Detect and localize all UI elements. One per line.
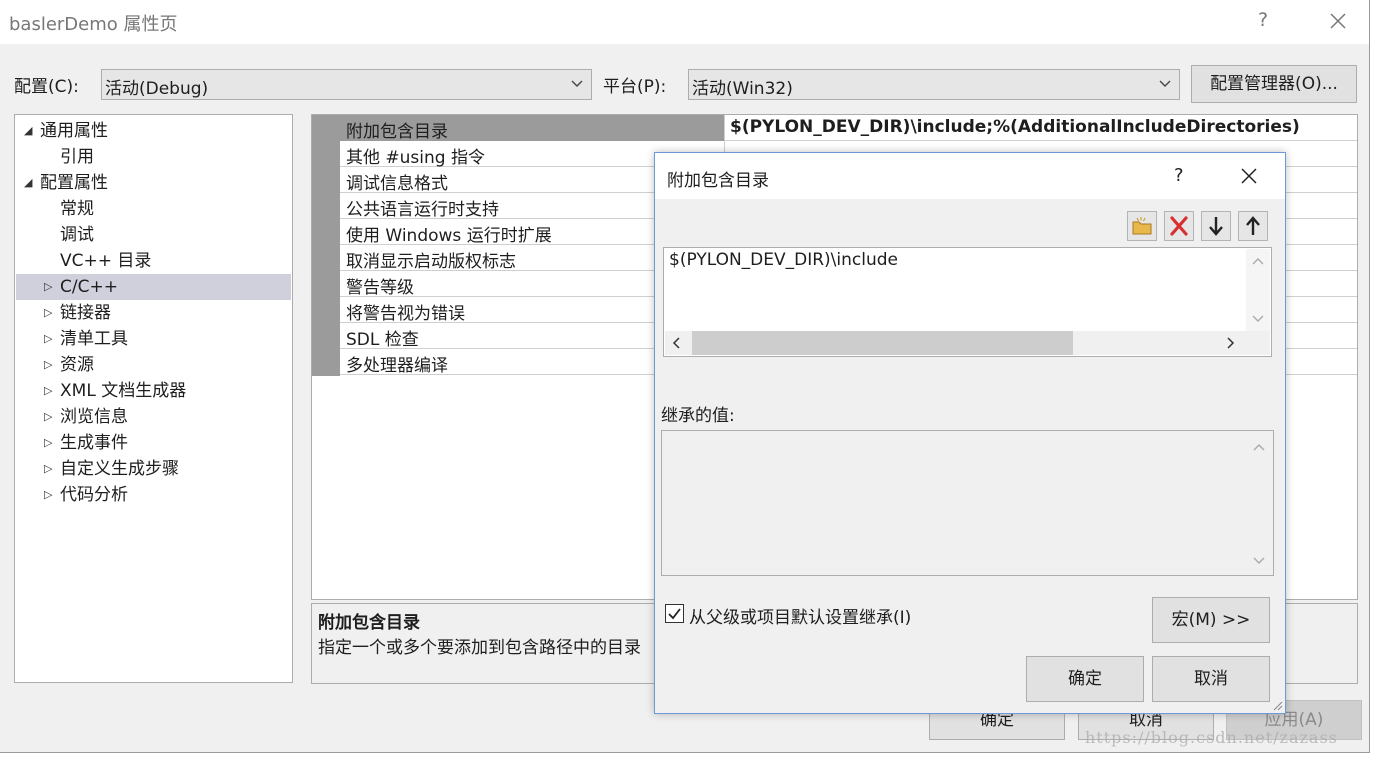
- checkmark-icon: [668, 608, 681, 620]
- collapsed-triangle-icon[interactable]: ▷: [44, 378, 52, 404]
- tree-item-browse-info[interactable]: ▷ 浏览信息: [16, 404, 291, 430]
- tree-item-build-events[interactable]: ▷ 生成事件: [16, 430, 291, 456]
- move-down-icon[interactable]: [1201, 211, 1231, 241]
- collapsed-triangle-icon[interactable]: ▷: [44, 274, 52, 300]
- property-name: 公共语言运行时支持: [346, 200, 499, 220]
- inherit-checkbox[interactable]: [665, 604, 684, 623]
- property-name: SDL 检查: [346, 330, 419, 350]
- tree-item-config-properties[interactable]: ◢ 配置属性: [16, 170, 291, 196]
- description-text: 指定一个或多个要添加到包含路径中的目录: [318, 638, 641, 658]
- tree-item-resources[interactable]: ▷ 资源: [16, 352, 291, 378]
- include-directories-dialog: 附加包含目录 ? $(PYLON_DEV_DIR)\include 继承的值: …: [654, 152, 1286, 714]
- close-icon[interactable]: [1239, 166, 1259, 186]
- inherit-checkbox-label[interactable]: 从父级或项目默认设置继承(I): [689, 603, 911, 628]
- collapsed-triangle-icon[interactable]: ▷: [44, 430, 52, 456]
- resize-grip-icon[interactable]: [1271, 699, 1283, 711]
- collapsed-triangle-icon[interactable]: ▷: [44, 300, 52, 326]
- config-label: 配置(C):: [14, 77, 79, 97]
- title-bar: baslerDemo 属性页 ?: [0, 0, 1369, 44]
- property-name: 使用 Windows 运行时扩展: [346, 226, 552, 246]
- grid-gutter: [312, 115, 340, 376]
- inherited-values-label: 继承的值:: [661, 406, 735, 426]
- horizontal-scrollbar[interactable]: [665, 331, 1270, 355]
- scrollbar-thumb[interactable]: [692, 331, 1073, 355]
- config-select-value: 活动(Debug): [105, 79, 209, 99]
- inherited-values-box: [661, 430, 1274, 576]
- expanded-triangle-icon[interactable]: ◢: [24, 170, 32, 196]
- chevron-up-icon: [1252, 258, 1264, 265]
- dialog-title: 附加包含目录: [667, 171, 769, 191]
- chevron-down-icon: [1253, 557, 1265, 564]
- dialog-cancel-button[interactable]: 取消: [1152, 656, 1270, 702]
- new-line-folder-icon[interactable]: [1127, 211, 1157, 241]
- chevron-up-icon: [1253, 444, 1265, 451]
- entries-list[interactable]: $(PYLON_DEV_DIR)\include: [663, 247, 1272, 357]
- collapsed-triangle-icon[interactable]: ▷: [44, 326, 52, 352]
- description-title: 附加包含目录: [318, 613, 420, 633]
- collapsed-triangle-icon[interactable]: ▷: [44, 456, 52, 482]
- watermark-text: https://blog.csdn.net/zazass: [1085, 728, 1338, 747]
- chevron-down-icon: [571, 80, 583, 87]
- tree-item-code-analysis[interactable]: ▷ 代码分析: [16, 482, 291, 508]
- collapsed-triangle-icon[interactable]: ▷: [44, 482, 52, 508]
- tree-item-debugging[interactable]: 调试: [16, 222, 291, 248]
- chevron-left-icon: [672, 337, 680, 349]
- property-name: 调试信息格式: [346, 174, 448, 194]
- macros-button[interactable]: 宏(M) >>: [1152, 597, 1270, 643]
- tree-item-custom-build-step[interactable]: ▷ 自定义生成步骤: [16, 456, 291, 482]
- close-icon[interactable]: [1326, 9, 1350, 33]
- tree-item-references[interactable]: 引用: [16, 144, 291, 170]
- tree-item-manifest-tool[interactable]: ▷ 清单工具: [16, 326, 291, 352]
- move-up-icon[interactable]: [1238, 211, 1268, 241]
- tree-item-xml-doc-generator[interactable]: ▷ XML 文档生成器: [16, 378, 291, 404]
- window-title: baslerDemo 属性页: [9, 14, 178, 35]
- config-select[interactable]: 活动(Debug): [101, 69, 592, 100]
- property-name: 附加包含目录: [346, 122, 448, 142]
- property-name: 取消显示启动版权标志: [346, 252, 516, 272]
- tree-item-general[interactable]: 常规: [16, 196, 291, 222]
- config-manager-button[interactable]: 配置管理器(O)...: [1191, 65, 1357, 103]
- delete-line-icon[interactable]: [1164, 211, 1194, 241]
- help-button[interactable]: ?: [1258, 9, 1268, 31]
- chevron-right-icon: [1227, 337, 1235, 349]
- property-name: 多处理器编译: [346, 356, 448, 376]
- platform-select[interactable]: 活动(Win32): [688, 69, 1180, 100]
- vertical-scrollbar[interactable]: [1246, 249, 1270, 331]
- entry-line[interactable]: $(PYLON_DEV_DIR)\include: [669, 250, 898, 270]
- property-name: 其他 #using 指令: [346, 148, 485, 168]
- tree-item-linker[interactable]: ▷ 链接器: [16, 300, 291, 326]
- property-name: 警告等级: [346, 278, 414, 298]
- property-name: 将警告视为错误: [346, 304, 465, 324]
- collapsed-triangle-icon[interactable]: ▷: [44, 352, 52, 378]
- platform-label: 平台(P):: [603, 77, 667, 97]
- property-value[interactable]: $(PYLON_DEV_DIR)\include;%(AdditionalInc…: [730, 117, 1300, 137]
- expanded-triangle-icon[interactable]: ◢: [24, 118, 32, 144]
- category-tree: ◢ 通用属性 引用 ◢ 配置属性 常规 调试 VC++ 目录 ▷ C/C++ ▷…: [14, 114, 293, 683]
- dialog-title-bar: 附加包含目录 ?: [655, 153, 1285, 199]
- chevron-down-icon: [1159, 80, 1171, 87]
- dialog-help-button[interactable]: ?: [1174, 165, 1184, 186]
- tree-item-common-properties[interactable]: ◢ 通用属性: [16, 118, 291, 144]
- dialog-ok-button[interactable]: 确定: [1026, 656, 1144, 702]
- tree-item-vc-directories[interactable]: VC++ 目录: [16, 248, 291, 274]
- platform-select-value: 活动(Win32): [692, 79, 793, 99]
- chevron-down-icon: [1252, 315, 1264, 322]
- collapsed-triangle-icon[interactable]: ▷: [44, 404, 52, 430]
- tree-item-c-cpp[interactable]: ▷ C/C++: [16, 274, 291, 300]
- property-row[interactable]: 附加包含目录 $(PYLON_DEV_DIR)\include;%(Additi…: [340, 115, 1357, 142]
